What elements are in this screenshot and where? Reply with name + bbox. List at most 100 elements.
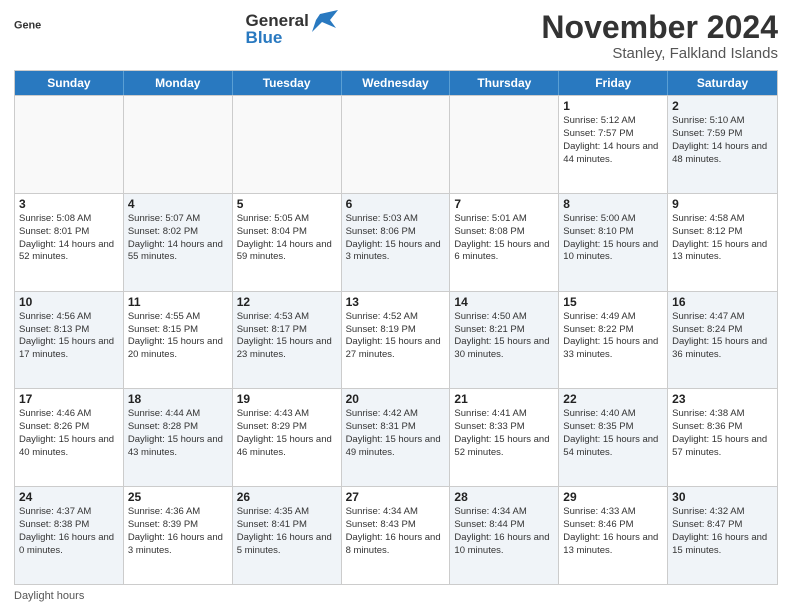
day-number: 29 xyxy=(563,490,663,504)
day-info: Sunrise: 4:52 AM Sunset: 8:19 PM Dayligh… xyxy=(346,311,446,362)
day-info: Sunrise: 4:56 AM Sunset: 8:13 PM Dayligh… xyxy=(19,311,119,362)
cal-cell-empty-4 xyxy=(450,96,559,193)
cal-cell-18: 18 Sunrise: 4:44 AM Sunset: 8:28 PM Dayli… xyxy=(124,389,233,486)
day-number: 8 xyxy=(563,197,663,211)
day-number: 27 xyxy=(346,490,446,504)
location-subtitle: Stanley, Falkland Islands xyxy=(541,45,778,62)
day-info: Sunrise: 4:53 AM Sunset: 8:17 PM Dayligh… xyxy=(237,311,337,362)
day-info: Sunrise: 4:37 AM Sunset: 8:38 PM Dayligh… xyxy=(19,506,119,557)
month-title: November 2024 xyxy=(541,10,778,45)
day-number: 21 xyxy=(454,392,554,406)
day-number: 12 xyxy=(237,295,337,309)
day-info: Sunrise: 4:47 AM Sunset: 8:24 PM Dayligh… xyxy=(672,311,773,362)
cal-cell-27: 27 Sunrise: 4:34 AM Sunset: 8:43 PM Dayli… xyxy=(342,487,451,584)
day-info: Sunrise: 4:33 AM Sunset: 8:46 PM Dayligh… xyxy=(563,506,663,557)
day-number: 30 xyxy=(672,490,773,504)
day-number: 20 xyxy=(346,392,446,406)
cal-cell-7: 7 Sunrise: 5:01 AM Sunset: 8:08 PM Daylig… xyxy=(450,194,559,291)
day-number: 5 xyxy=(237,197,337,211)
day-number: 9 xyxy=(672,197,773,211)
day-info: Sunrise: 5:07 AM Sunset: 8:02 PM Dayligh… xyxy=(128,213,228,264)
day-info: Sunrise: 4:40 AM Sunset: 8:35 PM Dayligh… xyxy=(563,408,663,459)
day-number: 11 xyxy=(128,295,228,309)
cal-cell-25: 25Sunrise: 4:36 AM Sunset: 8:39 PM Dayli… xyxy=(124,487,233,584)
cal-cell-17: 17Sunrise: 4:46 AM Sunset: 8:26 PM Dayli… xyxy=(15,389,124,486)
page: General General Blue November 2024 Stanl… xyxy=(0,0,792,612)
calendar-row-3: 17Sunrise: 4:46 AM Sunset: 8:26 PM Dayli… xyxy=(15,388,777,486)
day-info: Sunrise: 5:10 AM Sunset: 7:59 PM Dayligh… xyxy=(672,115,773,166)
day-info: Sunrise: 4:36 AM Sunset: 8:39 PM Dayligh… xyxy=(128,506,228,557)
bird-icon xyxy=(312,10,338,32)
header-day-tuesday: Tuesday xyxy=(233,71,342,95)
cal-cell-23: 23 Sunrise: 4:38 AM Sunset: 8:36 PM Dayli… xyxy=(668,389,777,486)
cal-cell-2: 2Sunrise: 5:10 AM Sunset: 7:59 PM Daylig… xyxy=(668,96,777,193)
day-info: Sunrise: 4:41 AM Sunset: 8:33 PM Dayligh… xyxy=(454,408,554,459)
day-info: Sunrise: 5:00 AM Sunset: 8:10 PM Dayligh… xyxy=(563,213,663,264)
day-info: Sunrise: 4:38 AM Sunset: 8:36 PM Dayligh… xyxy=(672,408,773,459)
cal-cell-19: 19 Sunrise: 4:43 AM Sunset: 8:29 PM Dayli… xyxy=(233,389,342,486)
day-number: 17 xyxy=(19,392,119,406)
day-number: 16 xyxy=(672,295,773,309)
header-day-wednesday: Wednesday xyxy=(342,71,451,95)
day-info: Sunrise: 4:43 AM Sunset: 8:29 PM Dayligh… xyxy=(237,408,337,459)
cal-cell-11: 11 Sunrise: 4:55 AM Sunset: 8:15 PM Dayli… xyxy=(124,292,233,389)
cal-cell-13: 13 Sunrise: 4:52 AM Sunset: 8:19 PM Dayli… xyxy=(342,292,451,389)
cal-cell-6: 6Sunrise: 5:03 AM Sunset: 8:06 PM Daylig… xyxy=(342,194,451,291)
cal-cell-16: 16 Sunrise: 4:47 AM Sunset: 8:24 PM Dayli… xyxy=(668,292,777,389)
cal-cell-20: 20Sunrise: 4:42 AM Sunset: 8:31 PM Dayli… xyxy=(342,389,451,486)
cal-cell-empty-1 xyxy=(124,96,233,193)
cal-cell-12: 12 Sunrise: 4:53 AM Sunset: 8:17 PM Dayli… xyxy=(233,292,342,389)
cal-cell-4: 4 Sunrise: 5:07 AM Sunset: 8:02 PM Daylig… xyxy=(124,194,233,291)
day-info: Sunrise: 4:49 AM Sunset: 8:22 PM Dayligh… xyxy=(563,311,663,362)
header-day-thursday: Thursday xyxy=(450,71,559,95)
footer: Daylight hours xyxy=(14,590,778,602)
day-number: 24 xyxy=(19,490,119,504)
cal-cell-3: 3Sunrise: 5:08 AM Sunset: 8:01 PM Daylig… xyxy=(15,194,124,291)
logo-blue: Blue xyxy=(246,28,283,48)
day-number: 23 xyxy=(672,392,773,406)
logo-block: General Blue xyxy=(246,10,338,48)
day-number: 4 xyxy=(128,197,228,211)
day-number: 10 xyxy=(19,295,119,309)
day-number: 22 xyxy=(563,392,663,406)
day-info: Sunrise: 4:32 AM Sunset: 8:47 PM Dayligh… xyxy=(672,506,773,557)
calendar-body: 1Sunrise: 5:12 AM Sunset: 7:57 PM Daylig… xyxy=(15,95,777,584)
day-info: Sunrise: 5:08 AM Sunset: 8:01 PM Dayligh… xyxy=(19,213,119,264)
calendar-row-2: 10 Sunrise: 4:56 AM Sunset: 8:13 PM Dayli… xyxy=(15,291,777,389)
day-info: Sunrise: 4:35 AM Sunset: 8:41 PM Dayligh… xyxy=(237,506,337,557)
calendar: SundayMondayTuesdayWednesdayThursdayFrid… xyxy=(14,70,778,585)
day-info: Sunrise: 5:03 AM Sunset: 8:06 PM Dayligh… xyxy=(346,213,446,264)
cal-cell-30: 30 Sunrise: 4:32 AM Sunset: 8:47 PM Dayli… xyxy=(668,487,777,584)
cal-cell-14: 14Sunrise: 4:50 AM Sunset: 8:21 PM Dayli… xyxy=(450,292,559,389)
cal-cell-empty-2 xyxy=(233,96,342,193)
header: General General Blue November 2024 Stanl… xyxy=(14,10,778,62)
day-info: Sunrise: 4:34 AM Sunset: 8:43 PM Dayligh… xyxy=(346,506,446,557)
cal-cell-5: 5 Sunrise: 5:05 AM Sunset: 8:04 PM Daylig… xyxy=(233,194,342,291)
day-info: Sunrise: 4:58 AM Sunset: 8:12 PM Dayligh… xyxy=(672,213,773,264)
day-number: 26 xyxy=(237,490,337,504)
day-number: 14 xyxy=(454,295,554,309)
header-day-sunday: Sunday xyxy=(15,71,124,95)
day-info: Sunrise: 4:44 AM Sunset: 8:28 PM Dayligh… xyxy=(128,408,228,459)
cal-cell-empty-3 xyxy=(342,96,451,193)
day-number: 13 xyxy=(346,295,446,309)
cal-cell-26: 26 Sunrise: 4:35 AM Sunset: 8:41 PM Dayli… xyxy=(233,487,342,584)
cal-cell-10: 10 Sunrise: 4:56 AM Sunset: 8:13 PM Dayli… xyxy=(15,292,124,389)
svg-text:General: General xyxy=(14,20,42,32)
cal-cell-21: 21 Sunrise: 4:41 AM Sunset: 8:33 PM Dayli… xyxy=(450,389,559,486)
day-info: Sunrise: 4:55 AM Sunset: 8:15 PM Dayligh… xyxy=(128,311,228,362)
day-number: 18 xyxy=(128,392,228,406)
cal-cell-29: 29 Sunrise: 4:33 AM Sunset: 8:46 PM Dayli… xyxy=(559,487,668,584)
header-day-monday: Monday xyxy=(124,71,233,95)
day-info: Sunrise: 5:01 AM Sunset: 8:08 PM Dayligh… xyxy=(454,213,554,264)
day-number: 19 xyxy=(237,392,337,406)
day-info: Sunrise: 5:05 AM Sunset: 8:04 PM Dayligh… xyxy=(237,213,337,264)
cal-cell-1: 1Sunrise: 5:12 AM Sunset: 7:57 PM Daylig… xyxy=(559,96,668,193)
cal-cell-15: 15Sunrise: 4:49 AM Sunset: 8:22 PM Dayli… xyxy=(559,292,668,389)
calendar-row-4: 24 Sunrise: 4:37 AM Sunset: 8:38 PM Dayli… xyxy=(15,486,777,584)
day-number: 7 xyxy=(454,197,554,211)
calendar-row-1: 3Sunrise: 5:08 AM Sunset: 8:01 PM Daylig… xyxy=(15,193,777,291)
cal-cell-28: 28Sunrise: 4:34 AM Sunset: 8:44 PM Dayli… xyxy=(450,487,559,584)
day-info: Sunrise: 5:12 AM Sunset: 7:57 PM Dayligh… xyxy=(563,115,663,166)
calendar-header: SundayMondayTuesdayWednesdayThursdayFrid… xyxy=(15,71,777,95)
